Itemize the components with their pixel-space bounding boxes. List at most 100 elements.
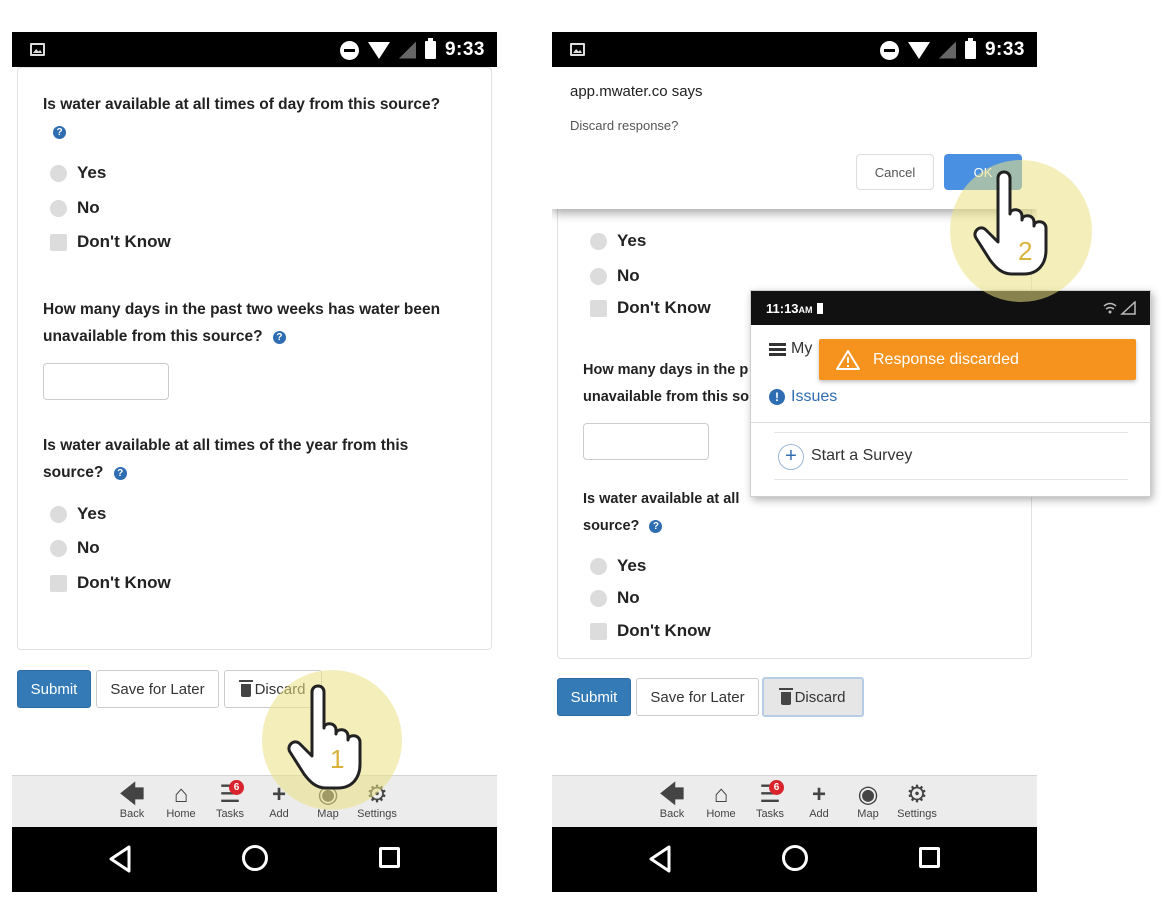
nav-tasks[interactable]: ☰ 6 Tasks [205,780,255,820]
status-bar: 9:33 [12,32,497,67]
radio-button[interactable] [590,232,607,250]
question-1-text: Is water available at all times of day f… [43,96,441,113]
radio-button[interactable] [50,505,67,523]
radio-option-yes[interactable]: Yes [50,163,106,183]
system-recents-icon[interactable] [379,847,400,868]
help-icon[interactable]: ? [649,520,663,533]
help-icon[interactable]: ? [272,331,286,344]
system-nav-bar [552,827,1037,892]
save-for-later-button[interactable]: Save for Later [96,670,219,708]
plus-circle-icon[interactable]: + [778,444,804,470]
map-pin-icon: ◉ [857,781,879,808]
dnd-icon [339,40,359,60]
dialog-message: Discard response? [570,118,679,133]
issues-link[interactable]: Issues [791,388,837,406]
checkbox-option-dont-know[interactable]: Don't Know [590,621,711,641]
system-home-icon[interactable] [242,845,268,871]
info-icon: ! [769,389,785,405]
start-survey-link[interactable]: Start a Survey [811,447,912,465]
divider [774,479,1128,480]
checkbox[interactable] [590,622,607,640]
checkbox[interactable] [590,299,607,317]
nav-label: Home [166,808,196,820]
divider [774,432,1128,433]
popup-time-value: 11:13 [766,301,799,316]
nav-label: Back [119,808,145,820]
nav-label: Add [269,808,289,820]
nav-tasks[interactable]: ☰ 6 Tasks [745,780,795,820]
dialog-cancel-button[interactable]: Cancel [856,154,934,190]
back-arrow-icon: 🡄 [119,781,145,808]
question-3-line-2: source? [583,518,640,534]
system-back-icon[interactable] [108,845,132,873]
toast-text: Response discarded [873,350,1019,368]
bottom-nav: 🡄Back ⌂Home ☰6Tasks +Add ◉Map ⚙Settings [12,775,497,827]
nav-settings[interactable]: ⚙ Settings [892,782,942,821]
checkbox-option-dont-know[interactable]: Don't Know [50,573,171,593]
discard-button[interactable]: Discard [762,677,864,717]
radio-button[interactable] [590,267,607,285]
checkbox-option-dont-know[interactable]: Don't Know [50,232,171,252]
question-2-line-1: How many days in the p [583,362,749,378]
question-1: Is water available at all times of day f… [43,91,463,145]
option-label: Don't Know [77,573,171,592]
checkbox[interactable] [50,233,67,251]
list-icon [769,343,786,356]
submit-button[interactable]: Submit [557,678,631,716]
battery-icon [816,303,823,314]
popup-time-suffix: AM [798,305,813,315]
radio-option-no[interactable]: No [590,266,640,286]
nav-label: Back [659,808,685,820]
radio-option-no[interactable]: No [590,588,640,608]
nav-label: Tasks [215,808,245,820]
nav-back[interactable]: 🡄 Back [107,781,157,821]
radio-button[interactable] [590,589,607,607]
help-icon[interactable]: ? [53,126,66,139]
option-label: No [617,588,640,607]
popup-time: 11:13AM [766,301,823,316]
radio-option-no[interactable]: No [50,198,100,218]
submit-button[interactable]: Submit [17,670,91,708]
radio-option-yes[interactable]: Yes [590,556,646,576]
question-2: How many days in the past two weeks has … [43,296,458,350]
nav-add[interactable]: + Add [794,782,844,821]
status-time: 9:33 [984,39,1025,60]
step-number-1: 1 [330,744,345,774]
radio-option-yes[interactable]: Yes [50,504,106,524]
trash-icon [238,679,253,697]
system-home-icon[interactable] [782,845,808,871]
home-screen-popup: 11:13AM My Response discarded ! Issues +… [750,290,1151,497]
nav-map[interactable]: ◉Map [843,781,893,821]
radio-option-yes[interactable]: Yes [590,231,646,251]
checkbox-option-dont-know[interactable]: Don't Know [590,298,711,318]
nav-label: Map [857,808,879,820]
option-label: Don't Know [617,621,711,640]
survey-card: Is water available at all times of day f… [17,67,492,650]
nav-label: Settings [897,808,937,820]
nav-back[interactable]: 🡄 Back [647,782,697,821]
option-label: No [77,538,100,557]
radio-button[interactable] [50,539,67,557]
radio-button[interactable] [50,164,67,182]
help-icon[interactable]: ? [113,467,127,480]
survey-content: Is water available at all times of day f… [12,67,497,775]
nav-home[interactable]: ⌂ Home [696,782,746,821]
option-label: Don't Know [617,298,711,317]
days-number-input[interactable] [583,423,709,460]
question-2-line-2: unavailable from this so [583,389,749,405]
checkbox[interactable] [50,574,67,592]
system-recents-icon[interactable] [919,847,940,868]
option-label: No [77,198,100,217]
status-bar: 9:33 [552,32,1037,67]
option-label: Yes [617,556,647,575]
radio-option-no[interactable]: No [50,538,100,558]
radio-button[interactable] [590,557,607,575]
system-back-icon[interactable] [648,845,672,873]
nav-label: Settings [357,808,397,820]
radio-button[interactable] [50,199,67,217]
question-3-text: Is water available at all times of the y… [43,437,409,481]
nav-home[interactable]: ⌂ Home [156,782,206,821]
my-surveys-link[interactable]: My [791,340,812,358]
days-number-input[interactable] [43,363,169,400]
save-for-later-button[interactable]: Save for Later [636,678,759,716]
